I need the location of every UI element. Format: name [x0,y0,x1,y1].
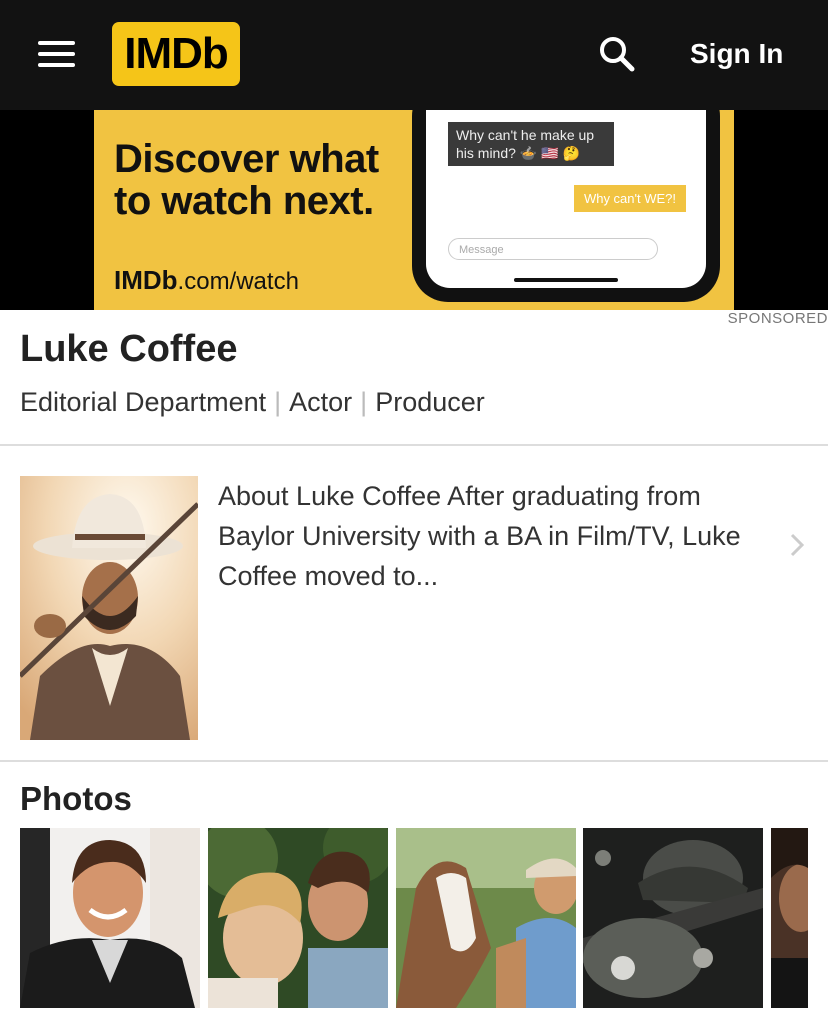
role-producer: Producer [375,387,485,417]
outgoing-message-bubble: Why can't WE?! [573,185,686,212]
role-separator: | [274,387,282,417]
photo-thumbnail[interactable] [396,828,576,1008]
ad-banner[interactable]: Discover what to watch next. IMDb.com/wa… [94,110,734,310]
role-separator: | [360,387,368,417]
photo-thumbnail[interactable] [20,828,200,1008]
sponsored-label: SPONSORED [727,310,828,327]
ad-headline: Discover what to watch next. [114,137,379,223]
imdb-logo[interactable]: IMDb [112,22,240,86]
chevron-right-icon[interactable] [786,530,808,560]
phone-illustration: Why can't he make up his mind? 🍲 🇺🇸 🤔 Wh… [412,110,720,302]
person-name: Luke Coffee [20,328,238,370]
photo-thumbnail[interactable] [583,828,763,1008]
ad-url: IMDb.com/watch [114,265,299,295]
phone-screen: Why can't he make up his mind? 🍲 🇺🇸 🤔 Wh… [426,110,706,288]
photo-thumbnail[interactable] [771,828,808,1008]
bio-preview-text: About Luke Coffee After graduating from … [218,481,741,591]
bio-section[interactable]: About Luke Coffee After graduating from … [0,446,828,760]
incoming-message-bubble: Why can't he make up his mind? 🍲 🇺🇸 🤔 [448,122,614,166]
person-roles: Editorial Department | Actor | Producer [20,387,485,418]
role-actor: Actor [289,387,353,417]
message-input-illustration: Message [448,238,658,260]
top-nav-bar: IMDb Sign In [0,0,828,110]
search-icon[interactable] [597,34,637,74]
ad-banner-container: Discover what to watch next. IMDb.com/wa… [0,110,828,310]
hamburger-menu-icon[interactable] [38,41,75,67]
divider [0,760,828,762]
photos-section-title: Photos [20,780,132,817]
person-headshot [20,476,198,740]
role-editorial-department: Editorial Department [20,387,267,417]
photo-thumbnail[interactable] [208,828,388,1008]
phone-home-bar [514,278,618,282]
sign-in-button[interactable]: Sign In [690,34,783,74]
